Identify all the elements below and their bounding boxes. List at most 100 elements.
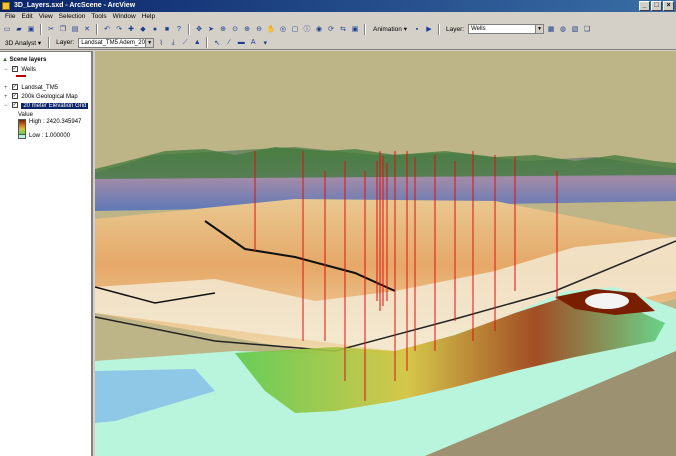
undo-icon[interactable]: ↶ [102, 24, 112, 34]
legend-low: Low : 1.000000 [29, 133, 71, 139]
analyst-layer-dropdown[interactable]: Landsat_TM5 Adem_20m_ ▼ [78, 37, 155, 48]
elevation-low-swatch [18, 134, 26, 139]
toolbar-separator [206, 37, 209, 48]
paste-icon[interactable]: ▤ [70, 24, 80, 34]
zoom-target-icon[interactable]: ⊙ [230, 24, 240, 34]
font-color-icon[interactable]: A [248, 38, 258, 48]
dropdown-arrow-icon[interactable]: ▼ [535, 25, 544, 33]
copy-icon[interactable]: ❐ [58, 24, 68, 34]
scene-layers-root[interactable]: ▲ Scene layers [2, 56, 46, 65]
cut-icon[interactable]: ✂ [46, 24, 56, 34]
menu-help[interactable]: Help [141, 12, 156, 22]
layer-name: 200k Geological Map [21, 94, 78, 100]
toolbar-separator [48, 37, 51, 48]
play-icon[interactable]: ▶ [424, 24, 434, 34]
layer-checkbox[interactable]: ✓ [11, 84, 18, 91]
expand-icon[interactable]: + [4, 84, 10, 93]
toolbar-separator [437, 23, 440, 35]
app-icon [2, 2, 10, 10]
collapse-icon[interactable]: − [4, 66, 10, 75]
window-controls: _ □ × [639, 1, 674, 11]
table-of-contents: ▲ Scene layers − ✓ Wells + ✓ Landsat_TM5… [0, 51, 93, 456]
line-color-icon[interactable]: ▬ [236, 38, 246, 48]
draw-line-icon[interactable]: ∕ [224, 38, 234, 48]
zoom-extent-icon[interactable]: ◉ [314, 24, 324, 34]
window-title: 3D_Layers.sxd - ArcScene - ArcView [14, 2, 136, 9]
draw-pointer-icon[interactable]: ↖ [212, 38, 222, 48]
maximize-button[interactable]: □ [651, 1, 662, 11]
menu-view[interactable]: View [38, 12, 54, 22]
orbit-icon[interactable]: ⟳ [326, 24, 336, 34]
layer-dropdown-value: Wells [471, 26, 486, 32]
title-bar: 3D_Layers.sxd - ArcScene - ArcView _ □ × [0, 0, 676, 12]
toolbox-icon[interactable]: ■ [162, 24, 172, 34]
3d-analyst-menu[interactable]: 3D Analyst ▾ [2, 39, 44, 47]
add-data-icon[interactable]: ✚ [126, 24, 136, 34]
full-extent-icon[interactable]: ◎ [278, 24, 288, 34]
close-button[interactable]: × [663, 1, 674, 11]
menu-window[interactable]: Window [112, 12, 137, 22]
center-target-icon[interactable]: ⊕ [218, 24, 228, 34]
layer-name: 20 meter Elevation Grid [21, 103, 89, 109]
capture-icon[interactable]: ▪ [412, 24, 422, 34]
menu-tools[interactable]: Tools [90, 12, 107, 22]
wells-symbol [16, 75, 26, 77]
attributes-icon[interactable]: ▦ [546, 24, 556, 34]
zoom-out-icon[interactable]: ⊖ [254, 24, 264, 34]
camera-icon[interactable]: ▣ [350, 24, 360, 34]
open-folder-icon[interactable]: ▰ [14, 24, 24, 34]
steepest-path-icon[interactable]: ⤓ [168, 38, 178, 48]
scene-icon: ▲ [2, 57, 8, 63]
layer-label: Layer: [445, 25, 465, 33]
scene-view[interactable] [95, 51, 676, 456]
toc-layer-wells[interactable]: − ✓ Wells [4, 66, 36, 75]
layer-checkbox[interactable]: ✓ [11, 66, 18, 73]
delete-icon[interactable]: ✕ [82, 24, 92, 34]
toc-layer-landsat[interactable]: + ✓ Landsat_TM5 [4, 84, 58, 93]
collapse-icon[interactable]: − [4, 102, 10, 111]
pan-icon[interactable]: ✋ [266, 24, 276, 34]
toolbar-separator [364, 23, 366, 35]
layer-name: Landsat_TM5 [21, 85, 59, 91]
3d-scene-canvas[interactable] [95, 51, 676, 456]
select-features-icon[interactable]: ▢ [290, 24, 300, 34]
fill-color-icon[interactable]: ▾ [260, 38, 270, 48]
measure-icon[interactable]: ⇆ [338, 24, 348, 34]
menu-selection[interactable]: Selection [58, 12, 87, 22]
globe-data-icon[interactable]: ◍ [558, 24, 568, 34]
new-document-icon[interactable]: ▭ [2, 24, 12, 34]
minimize-button[interactable]: _ [639, 1, 650, 11]
toolbar-separator [96, 23, 98, 35]
toolbar-separator [188, 23, 190, 35]
menu-bar: File Edit View Selection Tools Window He… [0, 12, 676, 22]
animation-menu[interactable]: Animation ▾ [370, 25, 410, 33]
toc-layer-geology[interactable]: + ✓ 200k Geological Map [4, 93, 78, 102]
zoom-in-icon[interactable]: ⊕ [242, 24, 252, 34]
menu-file[interactable]: File [4, 12, 16, 22]
toc-layer-elevation[interactable]: − ✓ 20 meter Elevation Grid [4, 102, 89, 111]
layer-name: Wells [21, 67, 36, 73]
globe-icon[interactable]: ● [150, 24, 160, 34]
dropdown-arrow-icon[interactable]: ▼ [145, 38, 154, 47]
redo-icon[interactable]: ↷ [114, 24, 124, 34]
copy-layer-icon[interactable]: ❏ [582, 24, 592, 34]
identify-icon[interactable]: ⓘ [302, 24, 312, 34]
layer-checkbox[interactable]: ✓ [11, 93, 18, 100]
expand-icon[interactable]: + [4, 93, 10, 102]
toolbar-separator [40, 23, 42, 35]
layer-checkbox[interactable]: ✓ [11, 102, 18, 109]
help-icon[interactable]: ? [174, 24, 184, 34]
contour-icon[interactable]: ⌇ [156, 38, 166, 48]
analyst-layer-value: Landsat_TM5 Adem_20m_ [81, 39, 154, 46]
save-icon[interactable]: ▣ [26, 24, 36, 34]
legend-high: High : 2420.345947 [29, 119, 82, 125]
profile-icon[interactable]: ▲ [192, 38, 202, 48]
layer-dropdown[interactable]: Wells ▼ [468, 24, 545, 34]
layer-properties-icon[interactable]: ▧ [570, 24, 580, 34]
fly-icon[interactable]: ➤ [206, 24, 216, 34]
scene-layers-label: Scene layers [9, 57, 47, 63]
menu-edit[interactable]: Edit [20, 12, 33, 22]
navigate-icon[interactable]: ✥ [194, 24, 204, 34]
layer-icon[interactable]: ◆ [138, 24, 148, 34]
line-of-sight-icon[interactable]: ⟋ [180, 38, 190, 48]
